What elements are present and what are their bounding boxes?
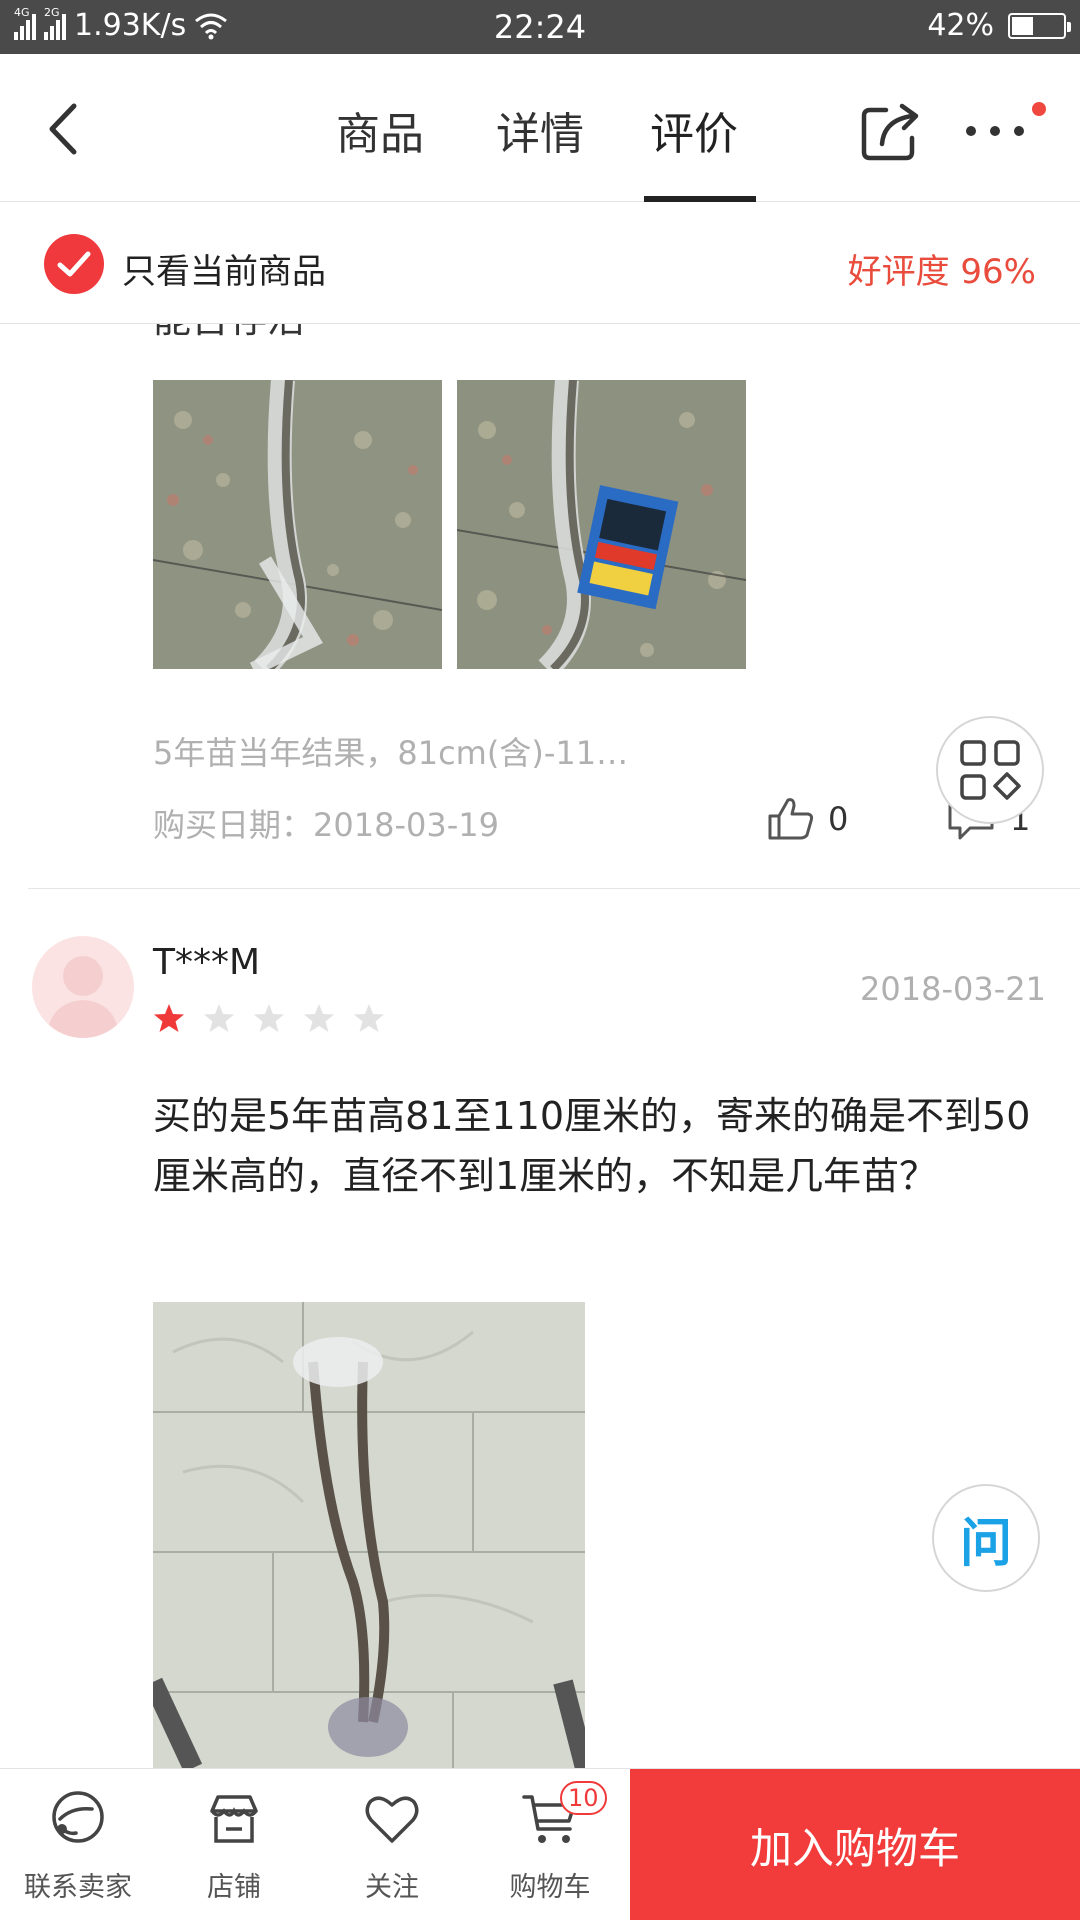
thumbs-up-icon[interactable] <box>766 794 816 842</box>
status-right: 42% <box>927 8 1071 43</box>
avatar[interactable] <box>32 936 134 1038</box>
contact-seller-label: 联系卖家 <box>24 1872 132 1903</box>
follow-label: 关注 <box>365 1872 419 1903</box>
purchase-date: 购买日期：2018-03-19 <box>153 806 499 844</box>
add-to-cart-button[interactable]: 加入购物车 <box>630 1769 1080 1920</box>
cart-count-badge: 10 <box>560 1781 607 1815</box>
notification-dot <box>1032 102 1046 116</box>
star-filled-icon <box>154 1004 184 1032</box>
cart-label: 购物车 <box>509 1872 591 1903</box>
tab-reviews[interactable]: 评价 <box>650 98 738 162</box>
review-text: 买的是5年苗高81至110厘米的，寄来的确是不到50厘米高的，直径不到1厘米的，… <box>153 1094 1031 1198</box>
tab-details[interactable]: 详情 <box>496 98 584 162</box>
shop-label: 店铺 <box>207 1872 261 1903</box>
top-nav: 商品 详情 评价 <box>0 54 1080 202</box>
category-grid-button[interactable] <box>936 716 1044 824</box>
product-spec: 5年苗当年结果，81cm(含)-11… <box>153 734 629 772</box>
review-photo[interactable] <box>153 380 442 669</box>
review-list[interactable]: 能否存活 5年苗当年结果，81cm <box>0 324 1080 1768</box>
star-empty-icon <box>354 1004 384 1032</box>
review-date: 2018-03-21 <box>860 970 1046 1008</box>
review-text-prev: 能否存活 <box>153 324 305 343</box>
cart-button[interactable]: 10 购物车 <box>472 1769 628 1920</box>
star-empty-icon <box>304 1004 334 1032</box>
follow-button[interactable]: 关注 <box>314 1769 470 1920</box>
review-filter-bar: 只看当前商品 好评度 96% <box>0 202 1080 324</box>
reviewer-name: T***M <box>153 942 261 983</box>
battery-icon <box>1008 12 1071 39</box>
heart-icon <box>365 1796 419 1843</box>
like-count: 0 <box>828 800 849 838</box>
more-options-icon[interactable] <box>966 126 1036 140</box>
share-icon[interactable] <box>860 100 922 162</box>
grid-icon <box>960 740 1021 800</box>
clock: 22:24 <box>493 8 587 46</box>
positive-rating: 好评度 96% <box>847 252 1036 292</box>
review-divider <box>28 888 1080 889</box>
review-photo[interactable] <box>457 380 746 669</box>
shop-button[interactable]: 店铺 <box>156 1769 312 1920</box>
ask-label: 问 <box>959 1513 1012 1574</box>
review-photo[interactable] <box>153 1302 585 1768</box>
status-bar: 4G 2G 1.93K/s 22:24 42% <box>0 0 1080 54</box>
star-empty-icon <box>254 1004 284 1032</box>
checkbox-checked-icon[interactable] <box>44 234 104 294</box>
bottom-action-bar: 联系卖家 店铺 关注 10 购物车 加入购物车 <box>0 1768 1080 1920</box>
shop-icon <box>210 1795 258 1843</box>
ask-question-button[interactable]: 问 <box>932 1484 1040 1592</box>
current-product-only-label[interactable]: 只看当前商品 <box>122 244 326 293</box>
contact-seller-button[interactable]: 联系卖家 <box>0 1769 156 1920</box>
tab-product[interactable]: 商品 <box>336 98 424 162</box>
battery-percent: 42% <box>927 8 994 43</box>
star-rating <box>153 1002 385 1034</box>
chat-icon <box>52 1791 104 1843</box>
star-empty-icon <box>204 1004 234 1032</box>
